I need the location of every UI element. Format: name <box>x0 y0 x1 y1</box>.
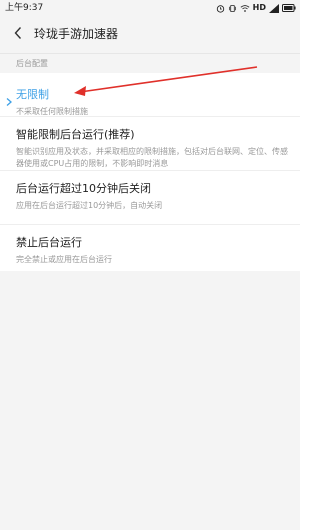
screen: 上午9:37 HD 玲珑手游加速器 后台配置 无限制 不采取任何限制措施 智能限… <box>0 0 300 530</box>
option-unrestricted[interactable]: 无限制 不采取任何限制措施 <box>0 73 300 117</box>
chevron-left-icon <box>13 25 23 44</box>
section-header: 后台配置 <box>0 53 300 73</box>
vibrate-icon <box>228 4 237 13</box>
page-title: 玲珑手游加速器 <box>34 27 119 41</box>
option-description: 智能识别应用及状态，并采取相应的限制措施，包括对后台联网、定位、传感器使用或CP… <box>16 147 288 168</box>
option-smart-limit[interactable]: 智能限制后台运行(推荐) 智能识别应用及状态，并采取相应的限制措施，包括对后台联… <box>0 117 300 171</box>
option-title: 智能限制后台运行(推荐) <box>16 128 135 141</box>
option-forbid-background[interactable]: 禁止后台运行 完全禁止或应用在后台运行 <box>0 225 300 271</box>
option-description: 应用在后台运行超过10分钟后，自动关闭 <box>16 201 163 210</box>
background-config-options: 无限制 不采取任何限制措施 智能限制后台运行(推荐) 智能识别应用及状态，并采取… <box>0 73 300 271</box>
status-time: 上午9:37 <box>5 3 44 13</box>
network-type-label: HD <box>252 3 266 12</box>
signal-icon <box>269 3 279 13</box>
selected-indicator-icon <box>5 92 13 106</box>
battery-icon <box>282 4 296 12</box>
option-close-after-10min[interactable]: 后台运行超过10分钟后关闭 应用在后台运行超过10分钟后，自动关闭 <box>0 171 300 225</box>
back-button[interactable] <box>4 20 32 48</box>
option-title: 无限制 <box>16 88 49 101</box>
status-bar: 上午9:37 HD <box>0 0 300 16</box>
option-title: 后台运行超过10分钟后关闭 <box>16 182 151 195</box>
wifi-icon <box>240 4 250 13</box>
option-description: 完全禁止或应用在后台运行 <box>16 255 112 264</box>
status-icons: HD <box>216 0 296 16</box>
option-title: 禁止后台运行 <box>16 236 82 249</box>
app-bar: 玲珑手游加速器 <box>0 16 300 52</box>
alarm-icon <box>216 4 225 13</box>
